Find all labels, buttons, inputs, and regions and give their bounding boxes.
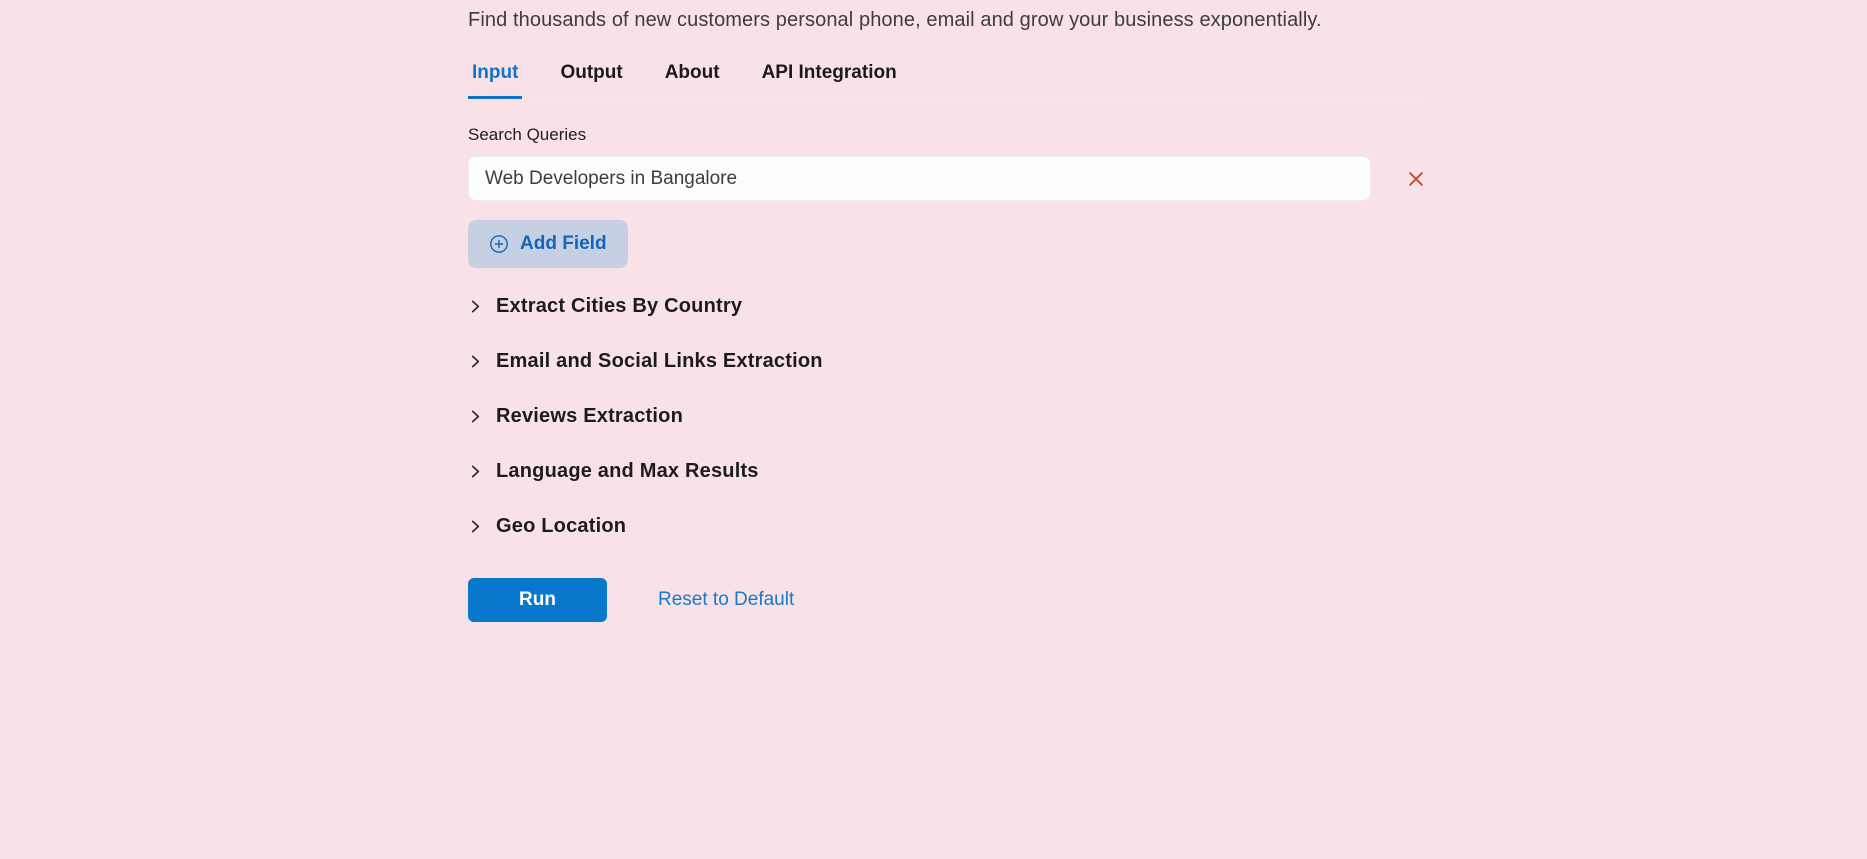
tab-api-integration[interactable]: API Integration [758, 62, 901, 99]
search-query-row [468, 156, 1428, 201]
remove-query-button[interactable] [1404, 167, 1428, 191]
section-reviews-extraction[interactable]: Reviews Extraction [468, 399, 683, 433]
chevron-right-icon [468, 464, 483, 479]
search-query-input[interactable] [468, 156, 1371, 201]
reset-to-default-link[interactable]: Reset to Default [658, 589, 794, 611]
tab-input[interactable]: Input [468, 62, 522, 99]
chevron-right-icon [468, 409, 483, 424]
chevron-right-icon [468, 354, 483, 369]
tab-output[interactable]: Output [556, 62, 626, 99]
section-geo-location[interactable]: Geo Location [468, 509, 626, 543]
section-title: Extract Cities By Country [496, 295, 742, 318]
circled-plus-icon [489, 234, 509, 254]
add-field-label: Add Field [520, 233, 607, 255]
section-title: Email and Social Links Extraction [496, 350, 823, 373]
page-tagline: Find thousands of new customers personal… [468, 9, 1428, 32]
add-field-button[interactable]: Add Field [468, 220, 628, 268]
chevron-right-icon [468, 299, 483, 314]
actions-row: Run Reset to Default [468, 578, 1428, 622]
run-button[interactable]: Run [468, 578, 607, 622]
accordion-sections: Extract Cities By Country Email and Soci… [468, 289, 1428, 543]
section-extract-cities-by-country[interactable]: Extract Cities By Country [468, 289, 742, 323]
section-email-and-social-links-extraction[interactable]: Email and Social Links Extraction [468, 344, 823, 378]
search-queries-label: Search Queries [468, 125, 1428, 145]
tab-about[interactable]: About [661, 62, 724, 99]
section-title: Language and Max Results [496, 460, 759, 483]
tabs-bar: Input Output About API Integration [468, 62, 1428, 99]
section-language-and-max-results[interactable]: Language and Max Results [468, 454, 759, 488]
section-title: Geo Location [496, 515, 626, 538]
section-title: Reviews Extraction [496, 405, 683, 428]
main-content: Find thousands of new customers personal… [468, 0, 1428, 622]
chevron-right-icon [468, 519, 483, 534]
x-icon [1406, 169, 1426, 189]
